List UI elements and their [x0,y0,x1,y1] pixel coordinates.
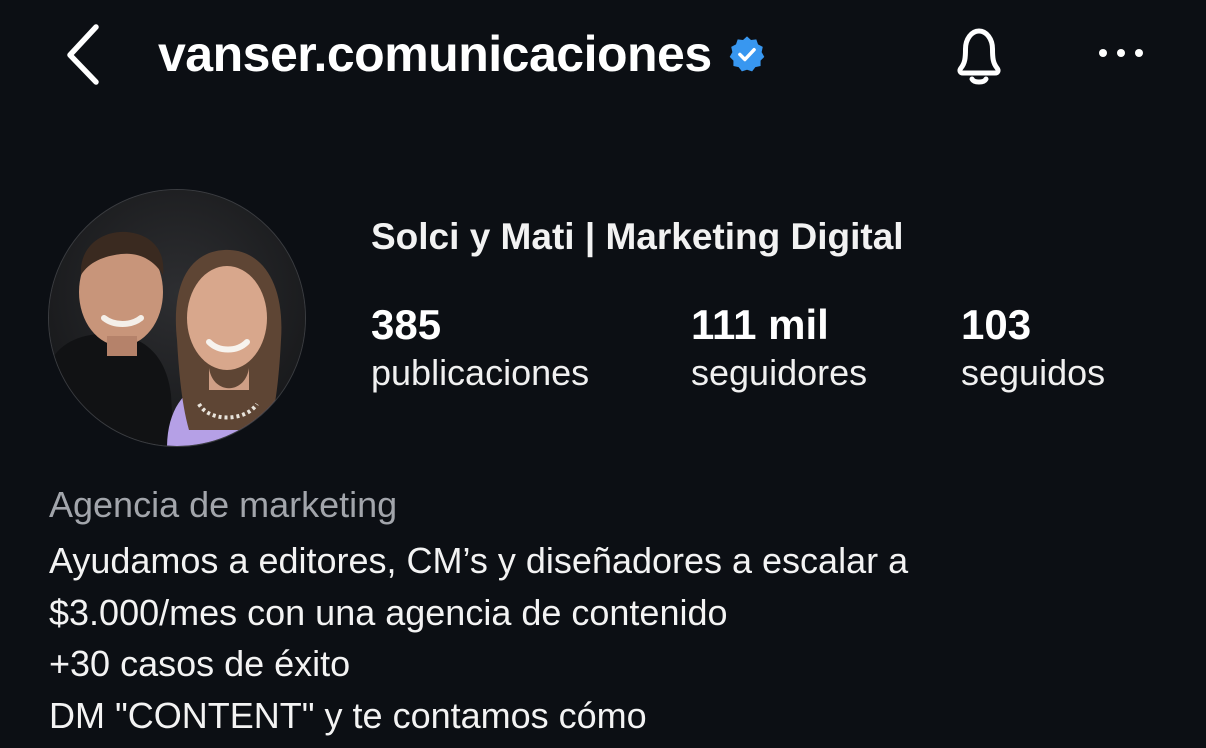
notifications-button[interactable] [944,18,1014,90]
followers-count-label: seguidores [691,352,868,393]
profile-bio: Ayudamos a editores, CM’s y diseñadores … [49,535,908,741]
following-count-value: 103 [961,301,1032,348]
bio-line: $3.000/mes con una agencia de contenido [49,591,728,633]
more-options-button[interactable] [1094,38,1150,68]
bio-line: +30 casos de éxito [49,643,351,684]
posts-count-label: publicaciones [371,352,590,393]
bell-icon [944,28,1014,94]
posts-count-value: 385 [371,301,442,348]
profile-avatar[interactable] [48,189,306,447]
profile-screen: vanser.comunicaciones Solci y Mati | Mar… [0,0,1206,748]
username-title: vanser.comunicaciones [158,26,712,82]
chevron-left-icon [56,20,116,90]
followers-count[interactable]: 111 mil seguidores [691,302,867,398]
profile-category: Agencia de marketing [49,484,398,525]
bio-line: DM "CONTENT" y te contamos cómo [49,694,647,736]
header-title: vanser.comunicaciones [158,22,766,86]
following-count-label: seguidos [961,352,1106,393]
more-horizontal-icon [1094,49,1150,72]
display-name: Solci y Mati | Marketing Digital [371,216,904,257]
verified-badge-icon [728,35,766,73]
back-button[interactable] [56,20,116,90]
following-count[interactable]: 103 seguidos [961,302,1105,398]
followers-count-value: 111 mil [691,301,829,348]
posts-count[interactable]: 385 publicaciones [371,302,589,398]
bio-line: Ayudamos a editores, CM’s y diseñadores … [49,540,909,581]
